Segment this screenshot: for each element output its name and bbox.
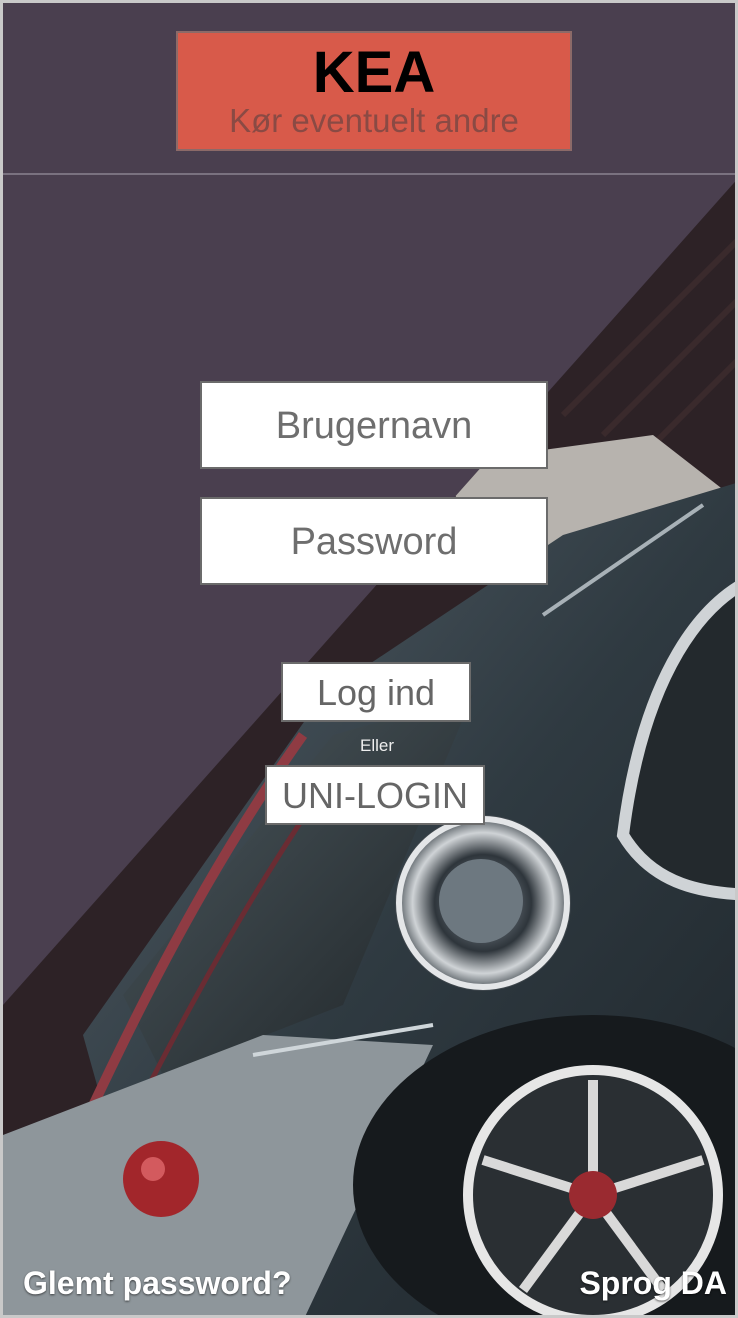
unilogin-button[interactable]: UNI-LOGIN [265,765,485,825]
login-button[interactable]: Log ind [281,662,471,722]
login-button-label: Log ind [316,672,436,713]
username-placeholder: Brugernavn [275,405,473,447]
logo: KEA Kør eventuelt andre [176,31,572,151]
forgot-password-link[interactable]: Glemt password? [23,1265,292,1302]
header: KEA Kør eventuelt andre [3,3,735,175]
password-field[interactable]: Password [200,497,548,585]
password-placeholder: Password [290,521,458,563]
logo-subtitle: Kør eventuelt andre [229,102,519,139]
unilogin-button-label: UNI-LOGIN [281,775,468,816]
logo-title: KEA [312,40,436,105]
language-selector[interactable]: Sprog DA [579,1265,727,1302]
username-field[interactable]: Brugernavn [200,381,548,469]
app-screen: KEA Kør eventuelt andre Brugernavn Passw… [0,0,738,1318]
or-label: Eller [359,736,394,755]
